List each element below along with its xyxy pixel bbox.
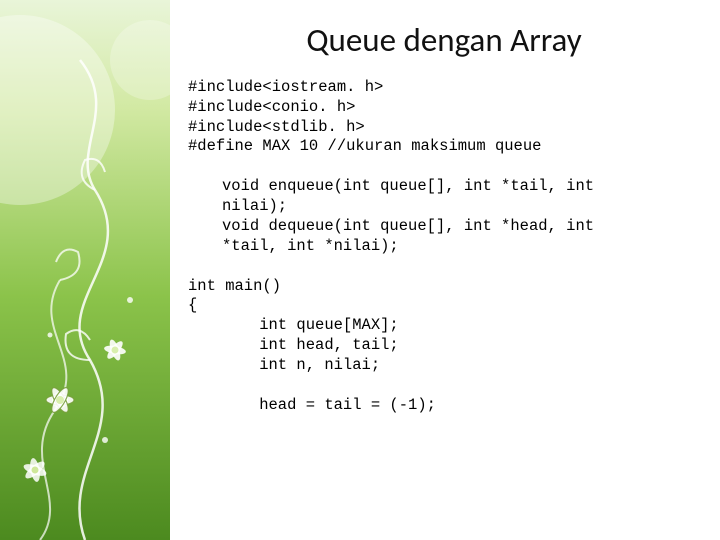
- code-main-body: int queue[MAX]; int head, tail; int n, n…: [222, 316, 700, 415]
- slide-content: Queue dengan Array #include<iostream. h>…: [170, 0, 720, 540]
- slide: Queue dengan Array #include<iostream. h>…: [0, 0, 720, 540]
- code-includes: #include<iostream. h> #include<conio. h>…: [188, 78, 700, 157]
- floral-decoration: [0, 0, 170, 540]
- decorative-sidebar: [0, 0, 170, 540]
- code-prototypes: void enqueue(int queue[], int *tail, int…: [222, 177, 700, 256]
- slide-title: Queue dengan Array: [188, 20, 700, 60]
- code-main-signature: int main() {: [188, 277, 700, 317]
